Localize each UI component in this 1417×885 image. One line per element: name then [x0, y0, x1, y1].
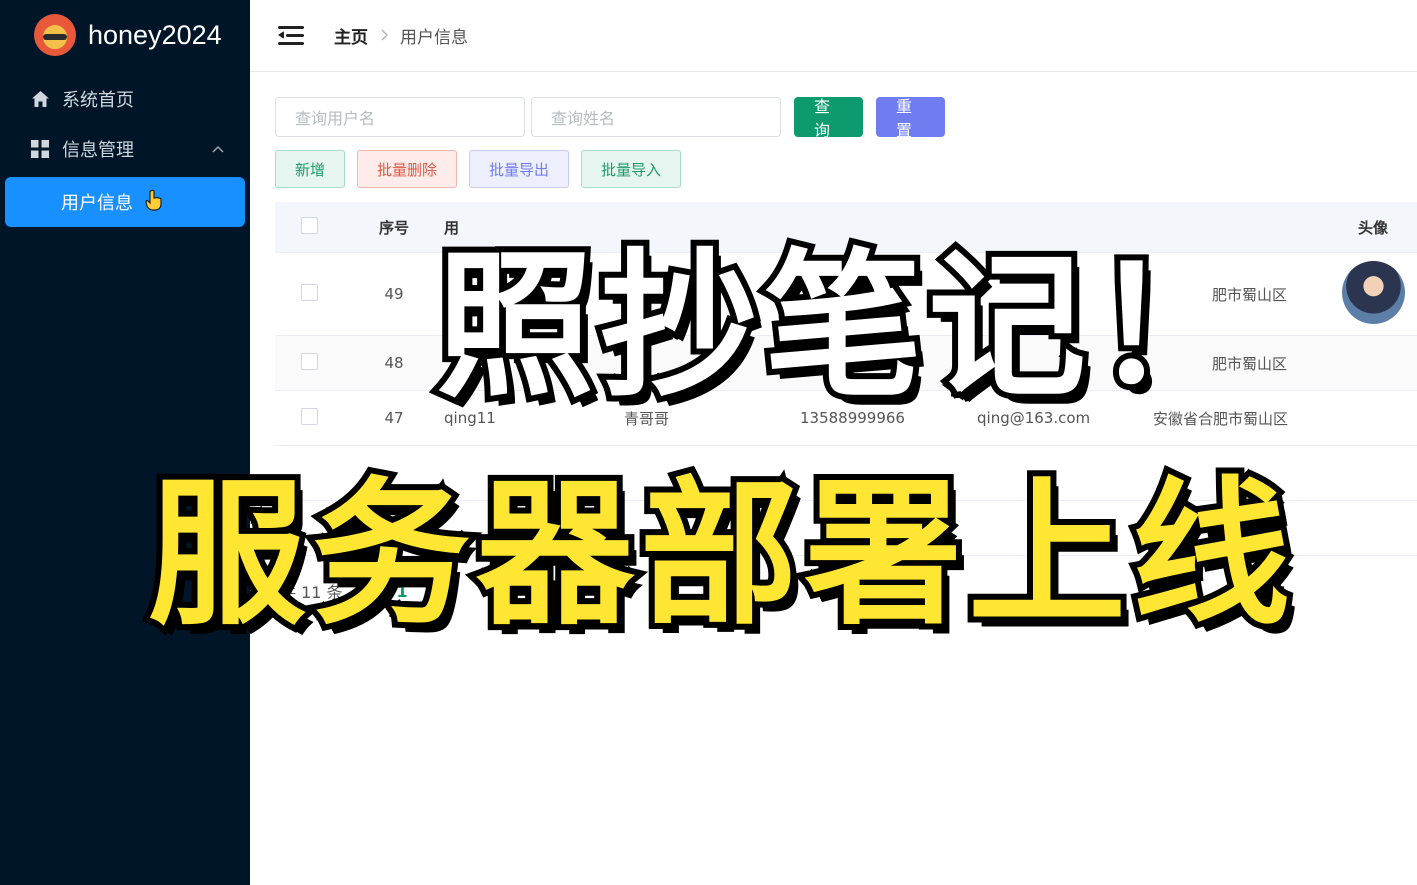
cell-id: 48 — [384, 354, 404, 372]
row-checkbox[interactable] — [301, 283, 318, 301]
sidebar-item-label: 系统首页 — [62, 90, 134, 111]
sidebar-item-home[interactable]: 系统首页 — [0, 74, 250, 124]
column-header-avatar: 头像 — [1357, 218, 1388, 237]
search-bar: 查询用户名 查询姓名 查询 重置 — [275, 97, 1417, 140]
sidebar-item-info-management[interactable]: 信息管理 — [0, 124, 250, 174]
home-icon — [30, 89, 50, 109]
column-header-id: 序号 — [378, 218, 409, 237]
sidebar-item-label: 信息管理 — [62, 140, 134, 161]
batch-export-button[interactable]: 批量导出 — [469, 150, 569, 188]
breadcrumb-current: 用户信息 — [400, 28, 468, 48]
logo-row: honey2024 — [0, 0, 250, 70]
overlay-title-line2: 服务器部署上线 — [142, 457, 1296, 653]
cell-id: 49 — [384, 285, 404, 303]
batch-import-button[interactable]: 批量导入 — [581, 150, 681, 188]
avatar — [1341, 260, 1405, 324]
sidebar-item-label: 用户信息 — [61, 193, 133, 214]
name-search-input[interactable]: 查询姓名 — [531, 97, 781, 137]
query-button[interactable]: 查询 — [794, 97, 863, 140]
batch-delete-button[interactable]: 批量删除 — [357, 150, 457, 188]
row-checkbox[interactable] — [301, 407, 318, 425]
breadcrumb-separator-icon — [380, 27, 388, 45]
reset-button[interactable]: 重置 — [876, 97, 945, 140]
breadcrumb-home[interactable]: 主页 — [334, 23, 368, 48]
chevron-up-icon — [212, 142, 224, 156]
grid-icon — [30, 139, 50, 159]
username-search-input[interactable]: 查询用户名 — [275, 97, 525, 137]
overlay-title-line1: 照抄笔记！ — [430, 229, 1256, 425]
pointer-hand-icon — [145, 189, 163, 216]
app-name: honey2024 — [88, 19, 222, 50]
sidebar-item-user-info[interactable]: 用户信息 — [5, 177, 245, 227]
app-logo-icon — [34, 14, 76, 56]
action-bar: 新增 批量删除 批量导出 批量导入 — [275, 150, 1417, 188]
top-header: 主页 用户信息 — [250, 0, 1417, 72]
row-checkbox[interactable] — [301, 352, 318, 370]
add-button[interactable]: 新增 — [275, 150, 345, 188]
cell-id: 47 — [384, 409, 404, 427]
select-all-checkbox[interactable] — [301, 216, 318, 234]
collapse-menu-icon[interactable] — [278, 25, 304, 47]
